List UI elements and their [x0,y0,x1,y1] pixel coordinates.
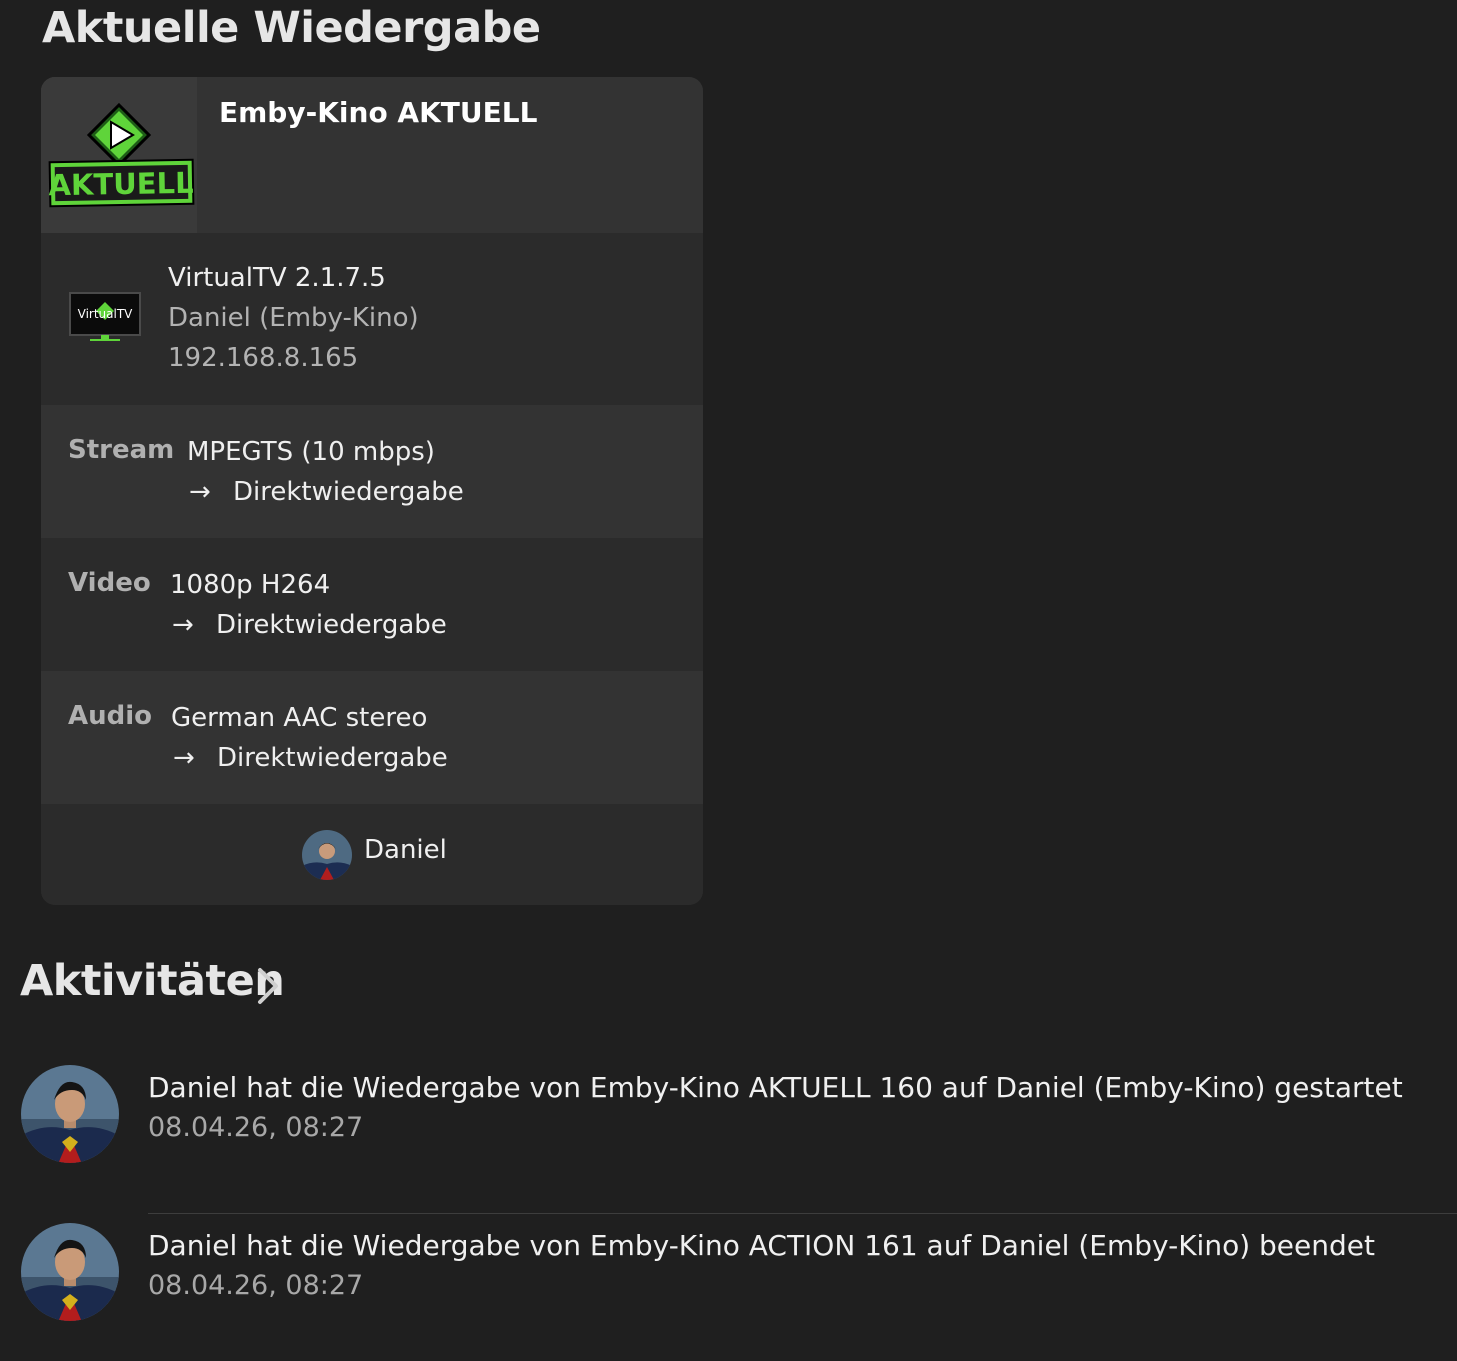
activity-item[interactable]: Daniel hat die Wiedergabe von Emby-Kino … [0,1214,1457,1361]
stream-value: MPEGTS (10 mbps) [187,437,435,467]
audio-value: German AAC stereo [171,703,428,733]
chevron-right-icon[interactable] [256,966,280,1010]
video-label: Video [68,568,151,598]
virtualtv-icon: VirtualTV [68,291,144,351]
now-playing-title[interactable]: Emby-Kino AKTUELL [219,96,537,129]
virtualtv-icon-text: VirtualTV [78,307,134,321]
arrow-right-icon: → [172,610,194,640]
audio-label: Audio [68,701,153,731]
arrow-right-icon: → [173,743,195,773]
activity-text: Daniel hat die Wiedergabe von Emby-Kino … [148,1071,1403,1104]
now-playing-heading: Aktuelle Wiedergabe [42,3,541,53]
stream-method: → Direktwiedergabe [189,472,464,512]
stream-method-text: Direktwiedergabe [233,477,464,507]
user-row[interactable]: Daniel [41,804,703,905]
stream-info-row: Stream MPEGTS (10 mbps) → Direktwiedergab… [41,405,703,538]
video-method: → Direktwiedergabe [172,605,447,645]
audio-method-text: Direktwiedergabe [217,743,448,773]
activity-item[interactable]: Daniel hat die Wiedergabe von Emby-Kino … [0,1056,1457,1214]
audio-method: → Direktwiedergabe [173,738,448,778]
video-value: 1080p H264 [170,570,331,600]
channel-thumbnail[interactable]: AKTUELL [41,77,197,233]
user-avatar [20,1222,120,1326]
stream-label: Stream [68,435,175,465]
arrow-right-icon: → [189,477,211,507]
now-playing-header[interactable]: AKTUELL Emby-Kino AKTUELL [41,77,703,233]
now-playing-card[interactable]: AKTUELL Emby-Kino AKTUELL VirtualTV Virt… [41,77,703,905]
activities-heading[interactable]: Aktivitäten [20,956,285,1006]
dashboard-page: Aktuelle Wiedergabe AKTUELL Emby-Kino AK… [0,0,1457,1361]
user-name[interactable]: Daniel [364,835,447,865]
user-avatar [20,1064,120,1168]
audio-info-row: Audio German AAC stereo → Direktwiedergab… [41,671,703,804]
device-ip: 192.168.8.165 [168,343,359,373]
video-method-text: Direktwiedergabe [216,610,447,640]
client-app-name: VirtualTV 2.1.7.5 [168,263,386,293]
thumbnail-text: AKTUELL [48,166,194,203]
user-avatar[interactable] [302,830,352,884]
activity-time: 08.04.26, 08:27 [148,1270,364,1301]
activity-time: 08.04.26, 08:27 [148,1112,364,1143]
device-info: VirtualTV VirtualTV 2.1.7.5 Daniel (Emby… [41,233,703,405]
activity-text: Daniel hat die Wiedergabe von Emby-Kino … [148,1229,1375,1262]
video-info-row: Video 1080p H264 → Direktwiedergabe [41,538,703,671]
aktuell-logo-icon: AKTUELL [41,77,197,233]
device-name: Daniel (Emby-Kino) [168,303,419,333]
